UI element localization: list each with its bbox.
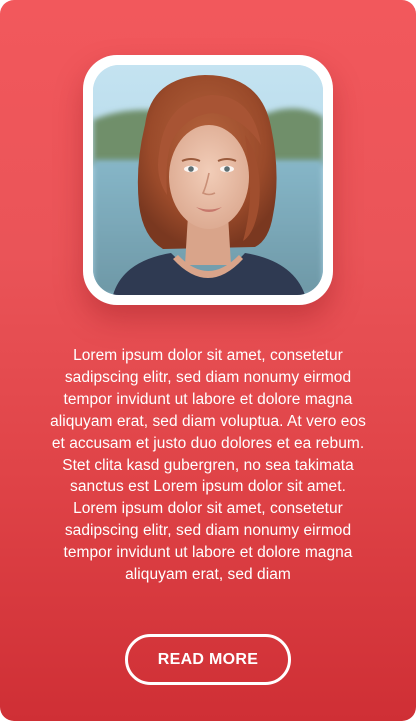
profile-card: Lorem ipsum dolor sit amet, consetetur s… [0,0,416,721]
avatar [93,65,323,295]
avatar-frame [83,55,333,305]
read-more-button[interactable]: READ MORE [125,634,291,685]
card-description: Lorem ipsum dolor sit amet, consetetur s… [50,347,366,584]
